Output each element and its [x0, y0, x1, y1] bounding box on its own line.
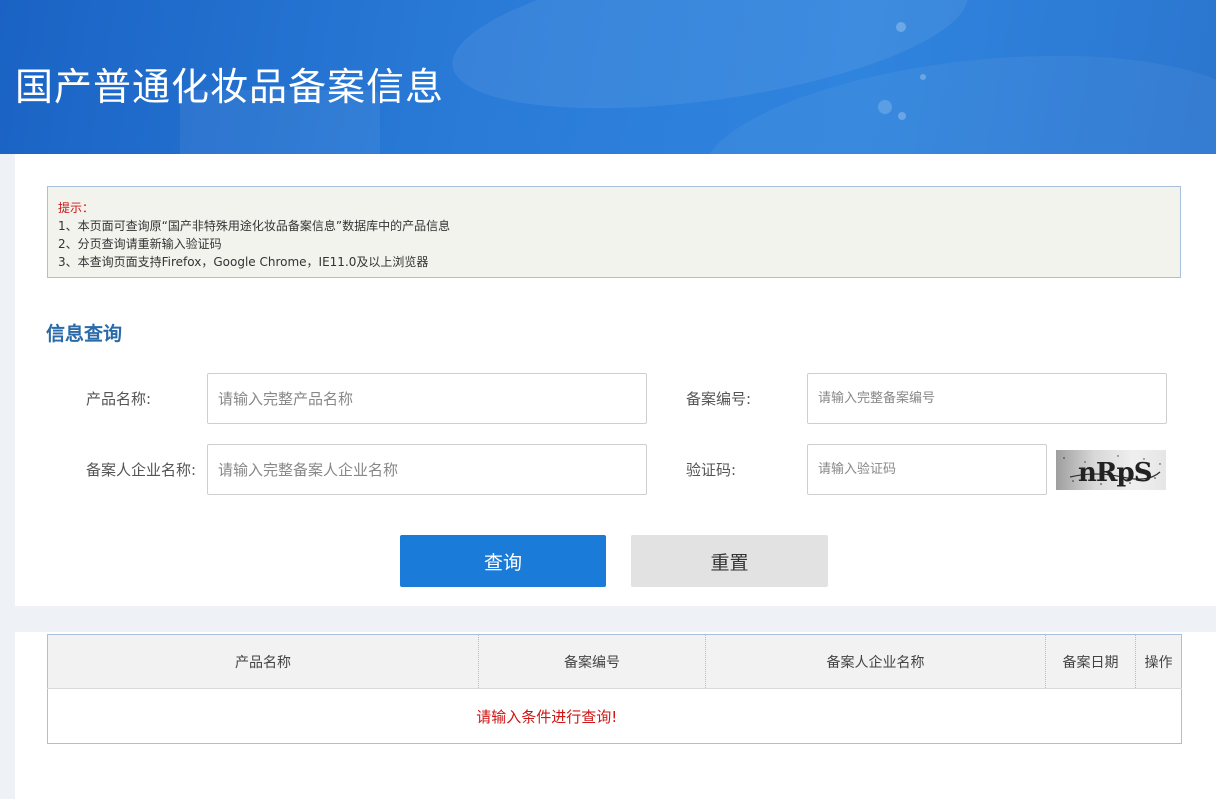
results-panel: 产品名称 备案编号 备案人企业名称 备案日期 操作 请输入条件进行查询! [15, 632, 1216, 799]
captcha-text: nRpS [1078, 458, 1152, 488]
reset-button[interactable]: 重置 [631, 535, 828, 587]
banner-decoration [898, 112, 906, 120]
page-title: 国产普通化妆品备案信息 [15, 65, 445, 109]
notice-line: 3、本查询页面支持Firefox，Google Chrome，IE11.0及以上… [58, 255, 429, 269]
record-number-label: 备案编号: [686, 390, 752, 408]
company-name-label: 备案人企业名称: [86, 461, 197, 479]
captcha-noise-icon: nRpS [1063, 455, 1161, 488]
captcha-image[interactable]: nRpS [1056, 450, 1166, 490]
column-header-record-number: 备案编号 [478, 634, 706, 689]
banner-decoration [896, 22, 906, 32]
table-cell [1136, 689, 1182, 744]
notice-box: 提示： 1、本页面可查询原“国产非特殊用途化妆品备案信息”数据库中的产品信息 2… [47, 186, 1181, 278]
column-header-company-name: 备案人企业名称 [705, 634, 1046, 689]
column-header-actions: 操作 [1135, 634, 1182, 689]
banner-decoration [878, 100, 892, 114]
company-name-input[interactable] [207, 444, 647, 495]
table-row: 请输入条件进行查询! [48, 689, 1182, 744]
table-header-row: 产品名称 备案编号 备案人企业名称 备案日期 操作 [47, 634, 1182, 689]
column-header-product-name: 产品名称 [47, 634, 479, 689]
table-cell [1046, 689, 1136, 744]
banner-decoration [920, 74, 926, 80]
notice-line: 1、本页面可查询原“国产非特殊用途化妆品备案信息”数据库中的产品信息 [58, 219, 451, 233]
empty-message: 请输入条件进行查询! [476, 707, 618, 726]
header-banner: 国产普通化妆品备案信息 [0, 0, 1216, 154]
record-number-input[interactable] [807, 373, 1167, 424]
captcha-input[interactable] [807, 444, 1047, 495]
notice-title: 提示： [58, 201, 95, 215]
product-name-label: 产品名称: [86, 390, 152, 408]
results-table: 产品名称 备案编号 备案人企业名称 备案日期 操作 请输入条件进行查询! [47, 634, 1182, 744]
query-button[interactable]: 查询 [400, 535, 606, 587]
column-header-record-date: 备案日期 [1045, 634, 1136, 689]
product-name-input[interactable] [207, 373, 647, 424]
captcha-label: 验证码: [686, 461, 737, 479]
section-title: 信息查询 [46, 323, 123, 345]
notice-line: 2、分页查询请重新输入验证码 [58, 237, 222, 251]
search-panel: 提示： 1、本页面可查询原“国产非特殊用途化妆品备案信息”数据库中的产品信息 2… [15, 154, 1216, 606]
